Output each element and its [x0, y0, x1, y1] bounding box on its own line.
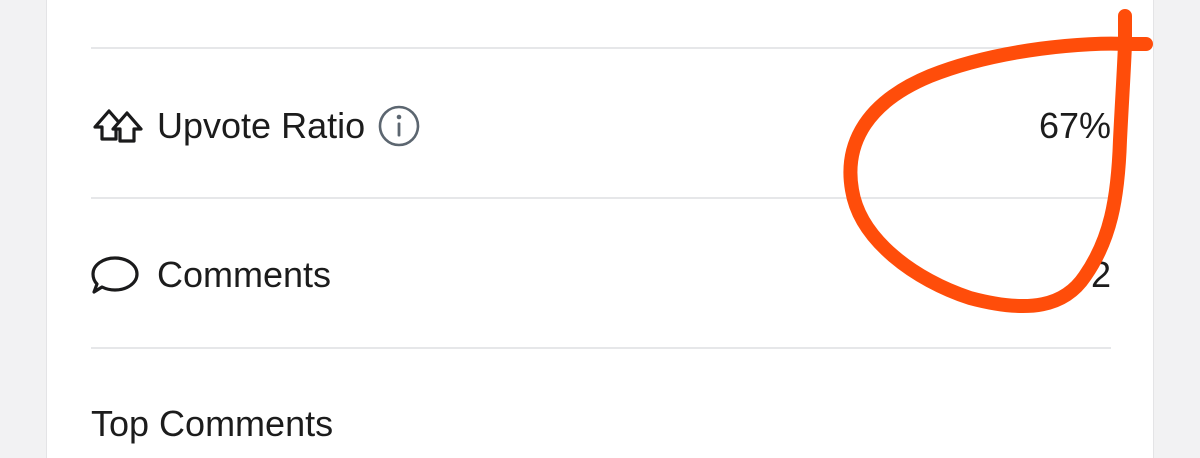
upvote-ratio-label: Upvote Ratio — [157, 105, 366, 146]
upvote-ratio-value: 67% — [1038, 105, 1111, 146]
info-icon[interactable] — [377, 104, 421, 148]
upvote-ratio-row: Upvote Ratio 67% — [91, 51, 1111, 201]
upvote-arrows-icon — [91, 105, 145, 147]
post-stats-card: Upvote Ratio 67% Comments 2 Top Comments — [46, 0, 1154, 458]
comments-value: 2 — [1090, 254, 1111, 295]
top-comments-title: Top Comments — [91, 403, 334, 444]
divider — [91, 47, 1111, 49]
divider — [91, 197, 1111, 199]
divider — [91, 347, 1111, 349]
comment-bubble-icon — [91, 254, 145, 296]
comments-row: Comments 2 — [91, 200, 1111, 350]
comments-label: Comments — [157, 254, 332, 295]
